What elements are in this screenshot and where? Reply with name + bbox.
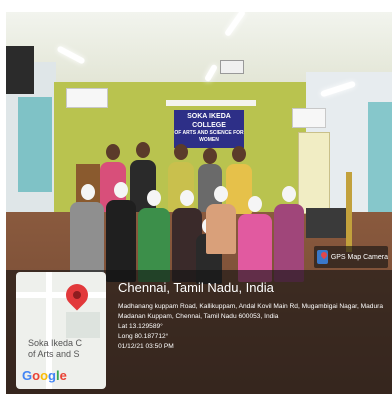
location-info: Chennai, Tamil Nadu, India Madhanang kup… <box>118 280 388 352</box>
map-thumbnail[interactable]: Soka Ikeda C of Arts and S Google <box>16 272 106 389</box>
gps-map-camera-tag: GPS Map Camera <box>314 246 388 268</box>
location-pin-icon <box>61 279 93 311</box>
latitude: Lat 13.129589° <box>118 323 163 330</box>
white-mask <box>81 184 95 200</box>
location-city: Chennai, Tamil Nadu, India <box>118 280 274 295</box>
curtain-left <box>18 97 52 192</box>
air-conditioner <box>292 108 326 128</box>
projector <box>220 60 244 74</box>
map-place-line: of Arts and S <box>28 349 80 359</box>
white-mask <box>282 186 296 202</box>
brass-lamp <box>346 172 352 252</box>
banner-rod <box>166 100 256 106</box>
white-mask <box>214 186 228 202</box>
wall-speaker <box>6 46 34 94</box>
gps-map-camera-icon <box>317 250 328 264</box>
capture-datetime: 01/12/21 03:50 PM <box>118 343 174 350</box>
longitude: Long 80.187712° <box>118 333 169 340</box>
white-mask <box>147 190 161 206</box>
map-place-line: Soka Ikeda C <box>28 338 83 348</box>
banner-subtitle: OF ARTS AND SCIENCE FOR WOMEN <box>174 130 244 143</box>
face <box>106 144 120 160</box>
white-mask <box>114 182 128 198</box>
map-place-label: Soka Ikeda C of Arts and S <box>28 338 106 360</box>
college-banner: SOKA IKEDA COLLEGE OF ARTS AND SCIENCE F… <box>174 110 244 148</box>
face <box>136 142 150 158</box>
gps-tag-label: GPS Map Camera <box>330 253 388 261</box>
door <box>298 132 330 214</box>
google-logo: Google <box>22 368 67 383</box>
air-conditioner <box>66 88 108 108</box>
person <box>206 204 236 254</box>
map-road <box>16 292 106 298</box>
face <box>232 146 246 162</box>
banner-title: SOKA IKEDA COLLEGE <box>187 113 231 129</box>
location-address: Madhanang kuppam Road, Kallikuppam, Anda… <box>118 303 383 320</box>
curtain-right <box>368 102 392 222</box>
white-mask <box>248 196 262 212</box>
face <box>174 144 188 160</box>
map-block <box>66 312 100 338</box>
white-mask <box>180 190 194 206</box>
face <box>203 148 217 164</box>
